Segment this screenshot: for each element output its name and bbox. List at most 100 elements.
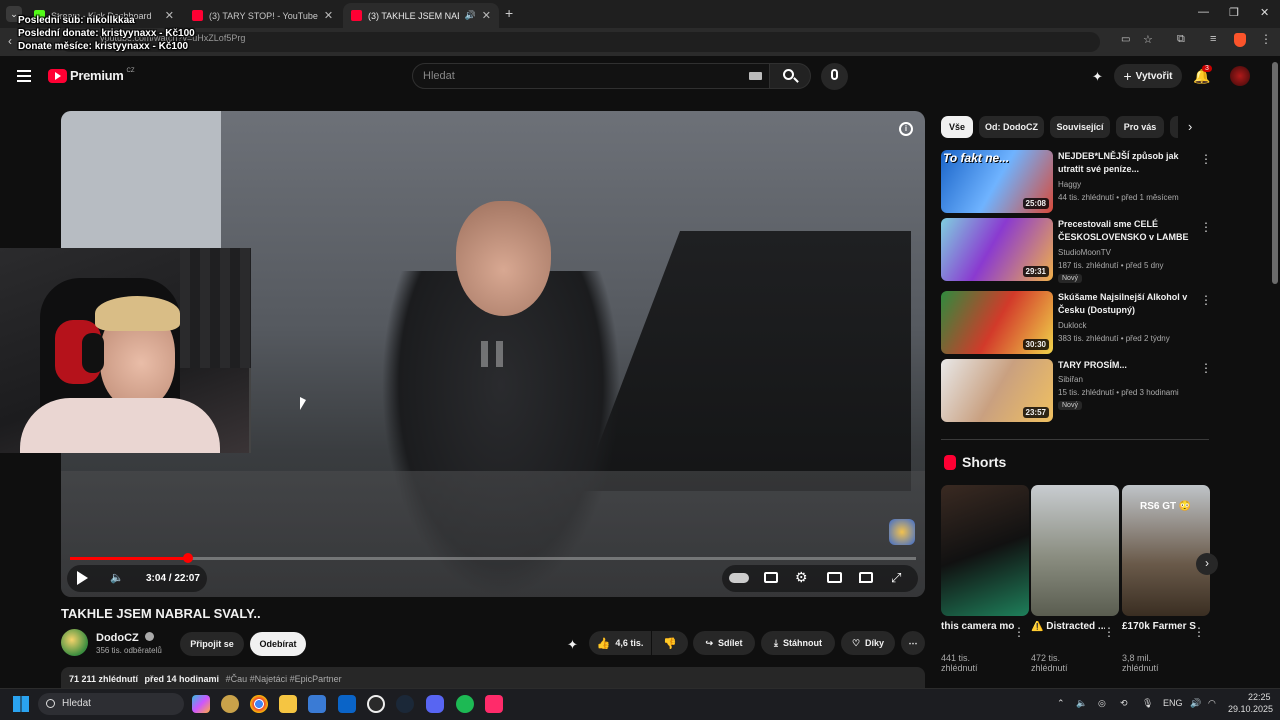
cast-icon[interactable]: ▭ — [1121, 34, 1130, 45]
tab-takhle-jsem-nabral[interactable]: (3) TAKHLE JSEM NABRAL S 🔊 ✕ — [343, 3, 499, 28]
more-dots-icon[interactable]: ⋮ — [1200, 293, 1212, 307]
minimize-icon[interactable]: — — [1198, 6, 1209, 18]
subscribe-button[interactable]: Odebírat — [250, 632, 306, 656]
like-button[interactable]: 👍 4,6 tis. — [589, 631, 651, 655]
short-title[interactable]: ⚠️ Distracted ... — [1031, 621, 1105, 632]
restore-icon[interactable]: ❐ — [1229, 6, 1239, 19]
media-control-icon[interactable]: ≡ — [1210, 33, 1216, 45]
more-dots-icon[interactable]: ⋮ — [1193, 625, 1205, 639]
search-button[interactable] — [769, 63, 811, 89]
windows-start-icon[interactable] — [13, 696, 29, 712]
tray-overflow-icon[interactable]: ⌃ — [1057, 698, 1065, 709]
close-tab-icon[interactable]: ✕ — [324, 9, 333, 22]
play-button[interactable] — [77, 571, 88, 585]
chip-label: Pro vás — [1123, 122, 1157, 132]
chip-from-channel[interactable]: Od: DodoCZ — [979, 116, 1044, 138]
more-dots-icon[interactable]: ⋮ — [1103, 625, 1115, 639]
outlook-icon[interactable] — [338, 695, 356, 713]
tray-app-icon[interactable]: ◎ — [1098, 698, 1106, 709]
steam-icon[interactable] — [396, 695, 414, 713]
clock-time[interactable]: 22:25 — [1248, 692, 1271, 702]
list-item[interactable]: 29:31 Precestovali sme CELÉ ČESKOSLOVENS… — [941, 218, 1212, 283]
wifi-icon[interactable]: ◠ — [1208, 698, 1216, 709]
chip-related[interactable]: Související — [1050, 116, 1110, 138]
short-title[interactable]: £170k Farmer Spe... — [1122, 621, 1196, 632]
game-icon[interactable] — [221, 695, 239, 713]
hashtags[interactable]: #Čau #Najetáci #EpicPartner — [226, 674, 342, 684]
autoplay-toggle-icon[interactable] — [729, 573, 749, 583]
tray-mic-icon[interactable]: 🎙 — [1142, 698, 1153, 709]
more-dots-icon[interactable]: ⋮ — [1200, 361, 1212, 375]
volume-icon[interactable]: 🔊 — [1190, 698, 1201, 709]
list-item[interactable]: 23:57 TARY PROSÍM... Sibiřan 15 tis. zhl… — [941, 359, 1212, 423]
download-button[interactable]: ⤓ Stáhnout — [761, 631, 835, 655]
new-tab-button[interactable]: + — [505, 5, 513, 21]
progress-track[interactable] — [70, 557, 916, 560]
page-scrollbar[interactable] — [1272, 62, 1278, 284]
volume-icon[interactable]: 🔈 — [110, 571, 124, 584]
shorts-next-button[interactable]: › — [1196, 553, 1218, 575]
more-dots-icon[interactable]: ⋮ — [1200, 220, 1212, 234]
search-input[interactable]: Hledat — [412, 63, 770, 89]
short-title[interactable]: this camera monitor is ... — [941, 621, 1015, 632]
channel-avatar[interactable] — [61, 629, 88, 656]
short-thumbnail[interactable] — [941, 485, 1029, 616]
sparkle-create-icon[interactable]: ✦ — [1092, 69, 1103, 85]
chrome-icon[interactable] — [250, 695, 268, 713]
channel-watermark-icon[interactable] — [889, 519, 915, 545]
progress-scrubber[interactable] — [182, 553, 193, 563]
menu-kebab-icon[interactable]: ⋮ — [1260, 32, 1272, 46]
info-icon[interactable]: i — [899, 122, 913, 136]
ask-ai-icon[interactable]: ✦ — [567, 637, 578, 653]
join-button[interactable]: Připojit se — [180, 632, 244, 656]
subtitles-icon[interactable] — [764, 572, 778, 583]
close-tab-icon[interactable]: ✕ — [482, 9, 491, 22]
avatar[interactable] — [1230, 66, 1250, 86]
tray-speaker-icon[interactable]: 🔈 — [1076, 698, 1087, 709]
brave-shield-icon[interactable] — [1234, 33, 1246, 47]
tiktok-icon[interactable] — [485, 695, 503, 713]
thanks-button[interactable]: ♡ Díky — [841, 631, 895, 655]
chevron-right-icon[interactable]: › — [1188, 119, 1192, 134]
more-dots-icon[interactable]: ⋮ — [1013, 625, 1025, 639]
audio-playing-icon[interactable]: 🔊 — [465, 10, 476, 21]
youtube-logo[interactable]: Premium CZ — [48, 68, 135, 83]
settings-gear-icon[interactable]: ⚙ — [795, 569, 808, 586]
chip-for-you[interactable]: Pro vás — [1116, 116, 1164, 138]
share-button[interactable]: ↪ Sdílet — [693, 631, 755, 655]
obs-icon[interactable] — [367, 695, 385, 713]
cast-icon[interactable] — [859, 572, 873, 583]
notifications-button[interactable]: 🔔 3 — [1193, 65, 1212, 86]
channel-name[interactable]: DodoCZ — [96, 632, 154, 644]
more-dots-icon[interactable]: ⋮ — [1200, 152, 1212, 166]
clock-date[interactable]: 29.10.2025 — [1228, 704, 1273, 714]
more-actions-button[interactable]: ⋯ — [901, 631, 925, 655]
copilot-icon[interactable] — [192, 695, 210, 713]
fullscreen-icon[interactable]: ⤢ — [891, 570, 901, 586]
back-icon[interactable]: ‹ — [8, 34, 12, 48]
file-explorer-icon[interactable] — [279, 695, 297, 713]
spotify-icon[interactable] — [456, 695, 474, 713]
taskbar-search[interactable]: Hledat — [38, 693, 184, 715]
close-window-icon[interactable]: ✕ — [1260, 6, 1269, 19]
list-item[interactable]: 30:30 Skúšame Najsilnejší Alkohol v Česk… — [941, 291, 1212, 355]
short-thumbnail[interactable] — [1031, 485, 1119, 616]
extensions-icon[interactable]: ⧉ — [1177, 33, 1185, 46]
short-thumbnail[interactable]: RS6 GT 😳 — [1122, 485, 1210, 616]
microsoft-store-icon[interactable] — [308, 695, 326, 713]
dislike-button[interactable]: 👎 — [652, 631, 688, 655]
bookmark-star-icon[interactable]: ☆ — [1143, 33, 1153, 46]
theater-mode-icon[interactable] — [827, 572, 842, 583]
tray-network-app-icon[interactable]: ⟲ — [1120, 698, 1128, 709]
hamburger-menu-icon[interactable] — [17, 70, 31, 82]
list-item[interactable]: To fakt ne... 25:08 NEJDEB*LNĚJŠÍ způsob… — [941, 150, 1212, 214]
voice-search-button[interactable] — [821, 63, 848, 90]
chip-partial[interactable] — [1170, 116, 1178, 138]
keyboard-icon[interactable] — [749, 72, 762, 80]
chip-all[interactable]: Vše — [941, 116, 973, 138]
keyboard-language[interactable]: ENG — [1163, 698, 1183, 708]
close-tab-icon[interactable]: ✕ — [165, 9, 174, 22]
create-button[interactable]: + Vytvořit — [1114, 64, 1182, 88]
tab-tary-stop[interactable]: (3) TARY STOP! - YouTube ✕ — [184, 3, 340, 28]
discord-icon[interactable] — [426, 695, 444, 713]
